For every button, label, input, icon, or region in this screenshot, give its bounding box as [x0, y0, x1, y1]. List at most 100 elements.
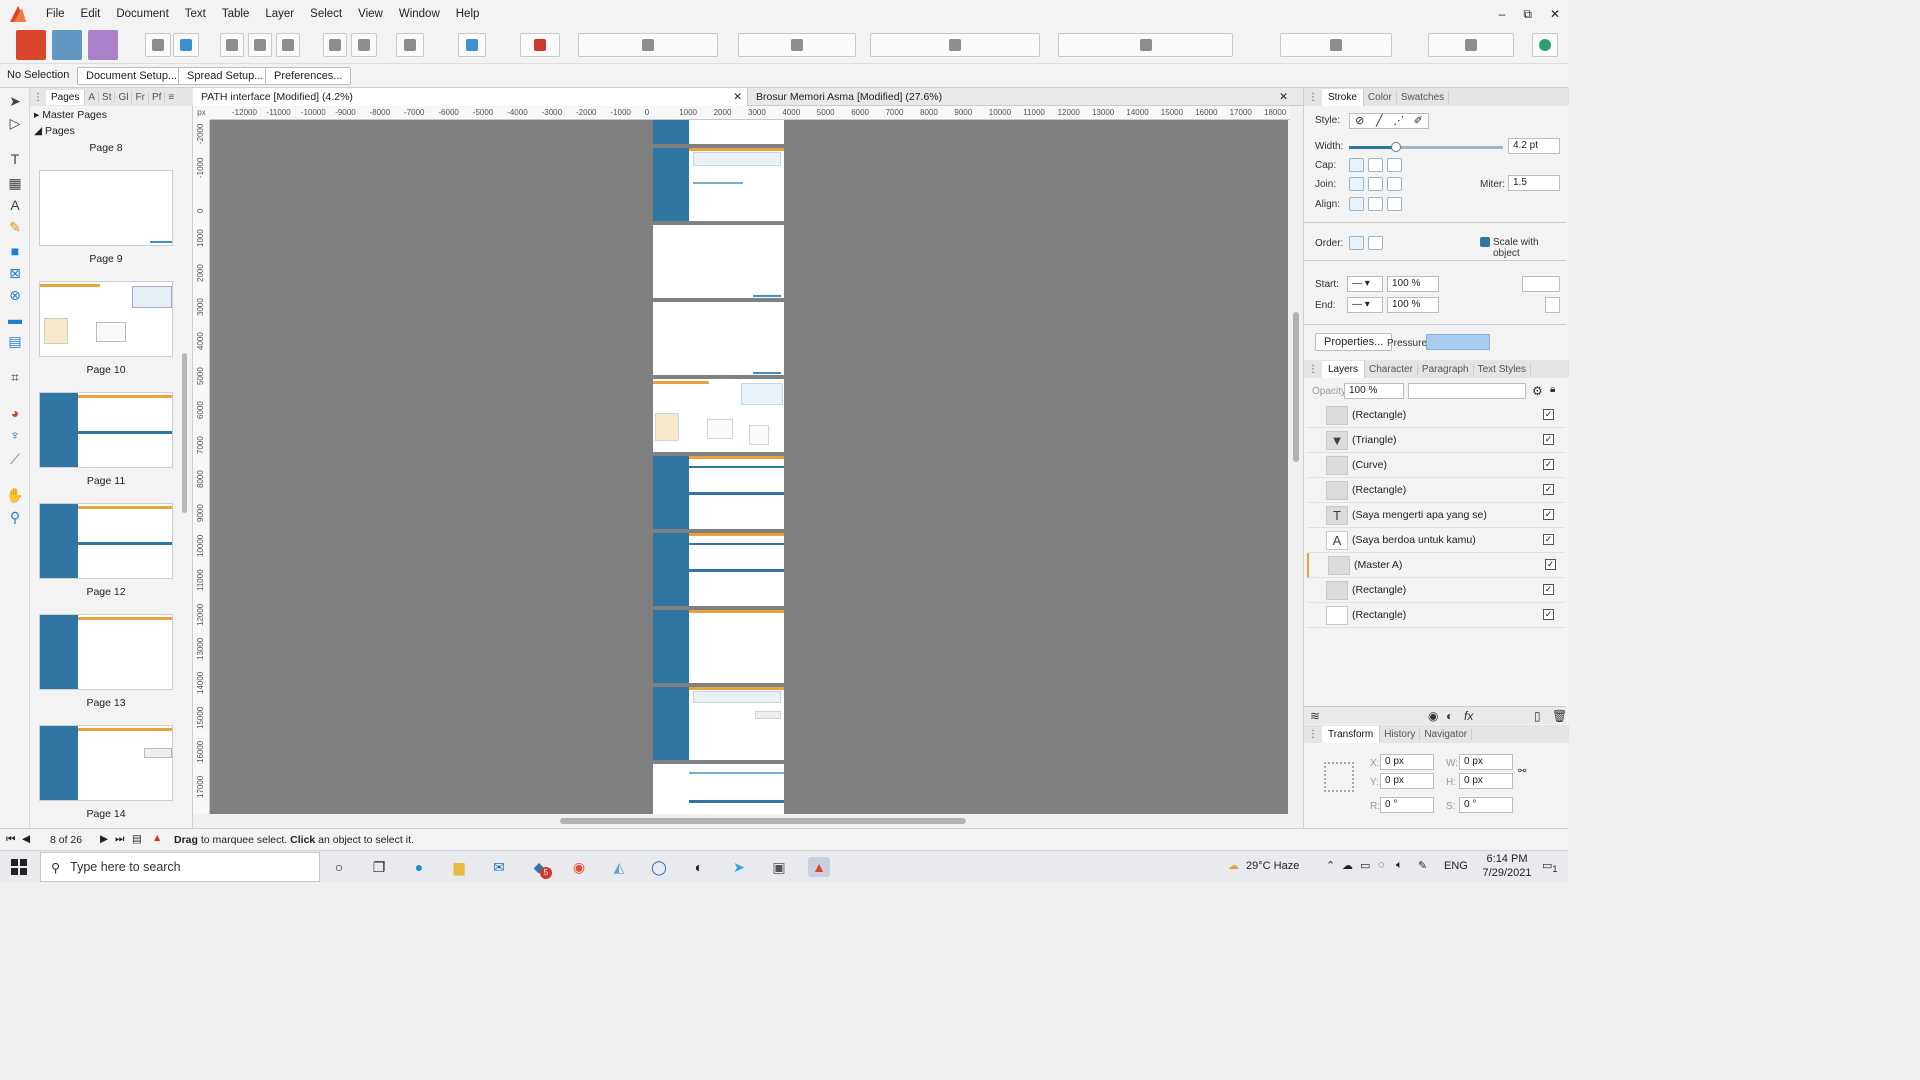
properties-button[interactable]: Properties... [1315, 333, 1393, 351]
frame-text-tool-icon[interactable]: T [6, 150, 24, 168]
layer-visibility-checkbox[interactable]: ✓ [1543, 409, 1554, 420]
y-input[interactable]: 0 px [1380, 773, 1434, 789]
tab-color[interactable]: Color [1364, 91, 1397, 103]
opacity-select[interactable]: 100 % [1344, 383, 1404, 399]
view-tool-hand-icon[interactable]: ✋ [6, 486, 24, 504]
mail-icon[interactable]: ✉ [488, 857, 510, 877]
scale-with-object-checkbox[interactable] [1480, 237, 1490, 247]
pin-icon[interactable] [323, 33, 347, 57]
menu-document[interactable]: Document [108, 0, 176, 28]
telegram-icon[interactable]: ➤ [728, 857, 750, 877]
next-page-icon[interactable]: ▶ [100, 833, 108, 845]
swap-arrowheads-button[interactable] [1545, 297, 1560, 313]
crop-tool-icon[interactable]: ⌗ [6, 368, 24, 386]
tab-stroke[interactable]: Stroke [1322, 88, 1364, 106]
clock-date[interactable]: 7/29/2021 [1480, 867, 1534, 879]
align-center-icon[interactable] [1349, 197, 1364, 211]
preview-mode-icon[interactable] [396, 33, 424, 57]
pages-scrollbar[interactable] [182, 143, 188, 823]
tab-fields[interactable]: Fr [132, 91, 149, 103]
table-tool-icon[interactable]: ▦ [6, 174, 24, 192]
canvas-horizontal-scrollbar[interactable] [210, 814, 1288, 828]
tab-pages[interactable]: Pages [46, 89, 86, 105]
ellipse-frame-tool-icon[interactable]: ⊗ [6, 286, 24, 304]
menu-select[interactable]: Select [302, 0, 350, 28]
layer-row[interactable]: (Master A) ✓ [1307, 553, 1565, 578]
artistic-text-tool-icon[interactable]: A [6, 196, 24, 214]
adjustment-icon[interactable]: ◐ [1446, 709, 1453, 723]
panel-grip-icon[interactable]: ⋮ [1304, 92, 1322, 103]
tab-history[interactable]: History [1380, 728, 1421, 740]
picture-frame-tool-icon[interactable]: ⊠ [6, 264, 24, 282]
first-page-icon[interactable]: ⏮ [6, 833, 15, 846]
move-tool-icon[interactable]: ➤ [6, 92, 24, 110]
cortana-icon[interactable]: ○ [328, 857, 350, 877]
layer-settings-gear-icon[interactable]: ⚙ [1532, 384, 1543, 398]
clock-time[interactable]: 6:14 PM [1482, 853, 1532, 865]
align-inside-icon[interactable] [1368, 197, 1383, 211]
distribute-buttons-group[interactable] [1058, 33, 1233, 57]
layer-visibility-checkbox[interactable]: ✓ [1543, 434, 1554, 445]
boolean-buttons-group[interactable] [738, 33, 856, 57]
menu-layer[interactable]: Layer [257, 0, 302, 28]
tray-chevron-up-icon[interactable]: ⌃ [1326, 859, 1335, 872]
spread-page[interactable] [653, 764, 784, 814]
weather-text[interactable]: 29°C Haze [1246, 860, 1299, 872]
menu-table[interactable]: Table [214, 0, 258, 28]
layer-stack-icon[interactable]: ≋ [1310, 709, 1320, 723]
mask-icon[interactable]: ◉ [1428, 709, 1438, 723]
close-tab-icon[interactable]: ✕ [1279, 88, 1288, 106]
last-page-icon[interactable]: ⏭ [115, 833, 124, 846]
text-frame-icon[interactable] [220, 33, 244, 57]
page-indicator[interactable]: 8 of 26 [50, 834, 82, 846]
chrome-icon[interactable]: ◉ [568, 857, 590, 877]
designer-persona-icon[interactable] [52, 30, 82, 60]
network-icon[interactable]: ◌ [1378, 859, 1385, 871]
rectangle-tool-icon[interactable]: ■ [6, 242, 24, 260]
edge-browser-icon[interactable]: ● [408, 857, 430, 877]
tab-navigator[interactable]: Navigator [1420, 728, 1473, 740]
file-explorer-icon[interactable]: ▆ [448, 857, 470, 877]
text-wrap-icon[interactable] [351, 33, 377, 57]
spread-page[interactable] [653, 225, 784, 298]
align-buttons-group[interactable] [870, 33, 1040, 57]
pen-icon[interactable]: ✎ [1418, 859, 1427, 872]
h-input[interactable]: 0 px [1459, 773, 1513, 789]
taskbar-search-input[interactable]: ⚲ Type here to search [40, 852, 320, 882]
preferences-button[interactable]: Preferences... [265, 67, 352, 85]
solid-stroke-icon[interactable]: ╱ [1370, 114, 1390, 128]
tab-path-interface[interactable]: PATH interface [Modified] (4.2%) ✕ [193, 88, 748, 106]
page-11-thumbnail[interactable] [39, 392, 173, 468]
layer-row[interactable]: (Rectangle) ✓ [1307, 403, 1565, 428]
pages-section[interactable]: ◢ Pages [34, 125, 75, 137]
language-indicator[interactable]: ENG [1444, 860, 1468, 872]
menu-view[interactable]: View [350, 0, 391, 28]
square-cap-icon[interactable] [1387, 158, 1402, 172]
end-arrowhead-select[interactable]: — ▾ [1347, 297, 1383, 313]
page-14-thumbnail[interactable] [39, 725, 173, 801]
layer-row[interactable]: (Rectangle) ✓ [1307, 578, 1565, 603]
round-cap-icon[interactable] [1368, 158, 1383, 172]
zoom-tool-icon[interactable]: ⚲ [6, 508, 24, 526]
stroke-behind-fill-icon[interactable] [1349, 236, 1364, 250]
spread-setup-button[interactable]: Spread Setup... [178, 67, 273, 85]
start-arrowhead-select[interactable]: — ▾ [1347, 276, 1383, 292]
tab-glyphs[interactable]: Gl [115, 91, 133, 103]
spread-page[interactable] [653, 120, 784, 144]
page-13-thumbnail[interactable] [39, 614, 173, 690]
chat-app-icon[interactable]: ◯ [648, 857, 670, 877]
tab-character[interactable]: Character [1365, 363, 1418, 375]
layer-row[interactable]: (Rectangle) ✓ [1307, 603, 1565, 628]
geometry-buttons-group[interactable] [1428, 33, 1514, 57]
prev-page-icon[interactable]: ◀ [22, 833, 30, 845]
round-join-icon[interactable] [1368, 177, 1383, 191]
menu-window[interactable]: Window [391, 0, 448, 28]
fill-tool-icon[interactable]: ◕ [6, 404, 24, 422]
page-9-thumbnail[interactable] [39, 170, 173, 246]
layer-row[interactable]: (Curve) ✓ [1307, 453, 1565, 478]
tab-preflight[interactable]: Pf [149, 91, 166, 103]
tab-text-styles[interactable]: Text Styles [1474, 363, 1531, 375]
app-icon[interactable]: ▣ [768, 857, 790, 877]
picture-frame-icon[interactable] [248, 33, 272, 57]
restore-button[interactable]: ⧉ [1523, 7, 1532, 22]
